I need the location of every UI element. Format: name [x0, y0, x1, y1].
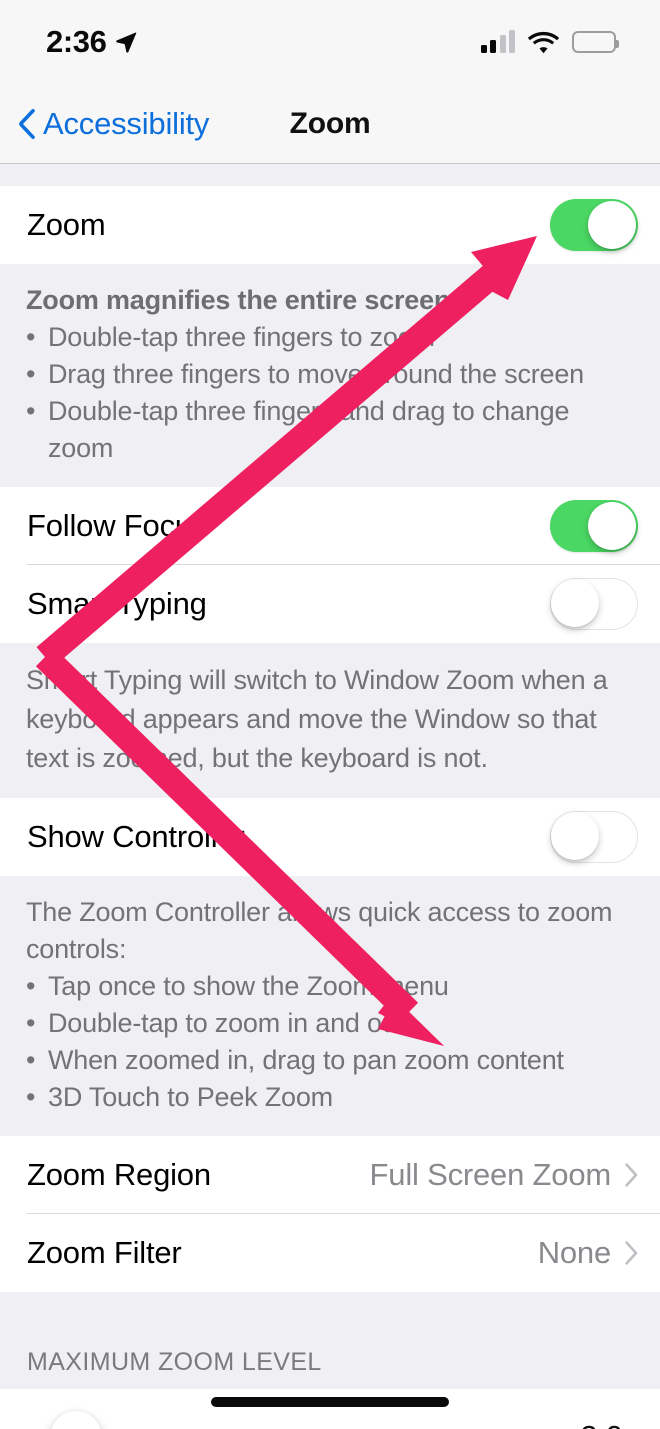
bullet-icon: • [26, 359, 36, 389]
back-button[interactable]: Accessibility [18, 106, 209, 142]
chevron-right-icon [625, 1241, 638, 1265]
navigation-bar: Accessibility Zoom [0, 84, 660, 164]
max-zoom-slider-row[interactable]: 2.0x [0, 1389, 660, 1429]
zoom-filter-value: None [537, 1235, 612, 1270]
status-time: 2:36 [46, 24, 107, 59]
home-indicator [211, 1397, 449, 1407]
smart-typing-toggle[interactable] [550, 578, 638, 630]
follow-focus-toggle[interactable] [550, 500, 638, 552]
settings-table: Zoom Zoom magnifies the entire screen: •… [0, 164, 660, 1429]
zoom-footer-bullets: • Double-tap three fingers to zoom • Drag … [26, 319, 636, 467]
follow-focus-row[interactable]: Follow Focus [0, 487, 660, 565]
list-item: • When zoomed in, drag to pan zoom conten… [26, 1042, 636, 1079]
controller-group: Show Controller [0, 798, 660, 876]
smart-typing-footer: Smart Typing will switch to Window Zoom … [0, 643, 660, 798]
list-item: • 3D Touch to Peek Zoom [26, 1079, 636, 1116]
list-item: • Drag three fingers to move around the s… [26, 356, 636, 393]
zoom-filter-label: Zoom Filter [27, 1235, 182, 1270]
max-zoom-section-header: MAXIMUM ZOOM LEVEL [0, 1292, 660, 1389]
controller-footer: The Zoom Controller allows quick access … [0, 876, 660, 1136]
show-controller-toggle-knob [551, 812, 599, 860]
zoom-footer-lead: Zoom magnifies the entire screen: [26, 285, 460, 315]
list-item: • Double-tap three fingers and drag to ch… [26, 393, 636, 467]
location-arrow-icon [116, 32, 137, 53]
bullet-icon: • [26, 1045, 36, 1075]
status-bar-left: 2:36 [46, 24, 138, 60]
battery-icon [572, 31, 619, 53]
focus-group: Follow Focus Smart Typing [0, 487, 660, 643]
zoom-footer: Zoom magnifies the entire screen: • Doubl… [0, 264, 660, 487]
status-bar-right [480, 30, 619, 54]
zoom-toggle-knob [588, 201, 636, 249]
bullet-text: When zoomed in, drag to pan zoom content [48, 1045, 564, 1075]
show-controller-label: Show Controller [27, 819, 245, 854]
bullet-text: Double-tap to zoom in and out [48, 1008, 404, 1038]
max-zoom-group: 2.0x [0, 1389, 660, 1429]
chevron-right-icon [625, 1163, 638, 1187]
smart-typing-row[interactable]: Smart Typing [0, 565, 660, 643]
list-item: • Tap once to show the Zoom menu [26, 968, 636, 1005]
slider-knob[interactable] [50, 1411, 103, 1429]
bullet-text: 3D Touch to Peek Zoom [48, 1082, 333, 1112]
zoom-group: Zoom [0, 186, 660, 264]
bullet-text: Double-tap three fingers and drag to cha… [48, 396, 570, 463]
list-item: • Double-tap to zoom in and out [26, 1005, 636, 1042]
follow-focus-label: Follow Focus [27, 508, 208, 543]
zoom-filter-row[interactable]: Zoom Filter None [0, 1214, 660, 1292]
smart-typing-toggle-knob [551, 579, 599, 627]
zoom-toggle[interactable] [550, 199, 638, 251]
max-zoom-value: 2.0x [546, 1419, 638, 1429]
back-button-label: Accessibility [43, 106, 210, 141]
bullet-icon: • [26, 1082, 36, 1112]
bullet-icon: • [26, 322, 36, 352]
follow-focus-toggle-knob [588, 502, 636, 550]
bullet-icon: • [26, 971, 36, 1001]
cellular-signal-icon [480, 30, 515, 53]
zoom-region-label: Zoom Region [27, 1157, 211, 1192]
show-controller-row[interactable]: Show Controller [0, 798, 660, 876]
bullet-text: Drag three fingers to move around the sc… [48, 359, 584, 389]
bullet-icon: • [26, 396, 36, 426]
bullet-text: Double-tap three fingers to zoom [48, 322, 435, 352]
iphone-screen: 2:36 Accessibility Zoom Zoom Zoom magnif… [0, 0, 660, 1429]
bullet-text: Tap once to show the Zoom menu [48, 971, 449, 1001]
show-controller-toggle[interactable] [550, 811, 638, 863]
wifi-icon [528, 31, 559, 53]
region-group: Zoom Region Full Screen Zoom Zoom Filter… [0, 1136, 660, 1292]
zoom-region-row[interactable]: Zoom Region Full Screen Zoom [0, 1136, 660, 1214]
controller-footer-lead: The Zoom Controller allows quick access … [26, 897, 613, 964]
list-item: • Double-tap three fingers to zoom [26, 319, 636, 356]
smart-typing-label: Smart Typing [27, 586, 207, 621]
bullet-icon: • [26, 1008, 36, 1038]
status-bar: 2:36 [0, 0, 660, 84]
max-zoom-slider[interactable] [42, 1389, 532, 1429]
zoom-row[interactable]: Zoom [0, 186, 660, 264]
controller-footer-bullets: • Tap once to show the Zoom menu • Double-… [26, 968, 636, 1116]
section-gap-top [0, 164, 660, 186]
zoom-row-label: Zoom [27, 207, 106, 242]
zoom-region-value: Full Screen Zoom [369, 1157, 612, 1192]
chevron-left-icon [19, 109, 35, 139]
